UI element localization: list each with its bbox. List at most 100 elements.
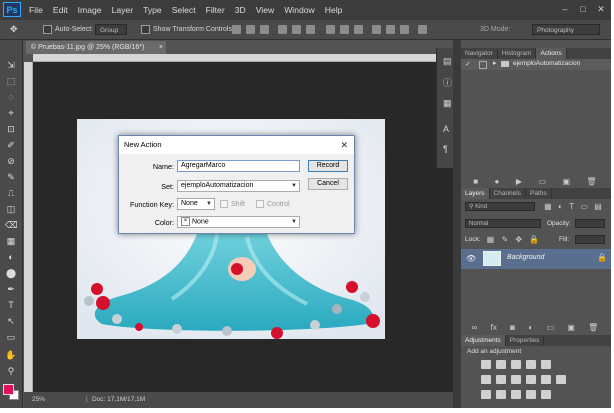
lock-transparent-icon[interactable]: ▦	[487, 235, 495, 245]
checkmark-icon[interactable]: ✓	[465, 60, 471, 68]
info-panel-icon[interactable]: ⓘ	[443, 76, 452, 89]
new-set-icon[interactable]: ▭	[538, 177, 546, 187]
align-vcenter-icon[interactable]	[246, 25, 255, 34]
foreground-color-swatch[interactable]	[3, 384, 14, 395]
photo-filter-icon[interactable]	[526, 375, 536, 384]
crop-tool-icon[interactable]: ⊡	[5, 124, 17, 134]
maximize-button[interactable]: □	[577, 3, 589, 15]
hue-saturation-icon[interactable]	[481, 375, 491, 384]
layer-name[interactable]: Background	[507, 254, 544, 261]
hand-tool-icon[interactable]: ✋	[5, 350, 17, 360]
auto-align-icon[interactable]	[418, 25, 427, 34]
menu-edit[interactable]: Edit	[48, 0, 73, 20]
align-top-icon[interactable]	[232, 25, 241, 34]
pen-tool-icon[interactable]: ✒	[5, 284, 17, 294]
document-tab[interactable]: © Pruebas-11.jpg @ 25% (RGB/16*) ×	[26, 41, 166, 54]
trash-icon[interactable]: 🗑	[587, 177, 597, 187]
record-button[interactable]: Record	[308, 160, 348, 172]
eye-icon[interactable]: 👁	[466, 254, 476, 263]
tab-adjustments[interactable]: Adjustments	[461, 335, 506, 346]
menu-layer[interactable]: Layer	[107, 0, 139, 20]
eyedropper-tool-icon[interactable]: ✐	[5, 140, 17, 150]
exposure-icon[interactable]	[526, 360, 536, 369]
name-input[interactable]: AgregarMarco	[177, 160, 300, 172]
record-icon[interactable]: ●	[495, 177, 500, 187]
new-layer-icon[interactable]: ▣	[567, 323, 575, 333]
threshold-icon[interactable]	[511, 390, 521, 399]
marquee-tool-icon[interactable]: ⬚	[5, 76, 17, 86]
distribute-vcenter-icon[interactable]	[340, 25, 349, 34]
lock-position-icon[interactable]: ✥	[515, 235, 522, 245]
align-bottom-icon[interactable]	[260, 25, 269, 34]
dialog-toggle-icon[interactable]	[479, 61, 487, 69]
tab-actions[interactable]: Actions	[536, 48, 567, 59]
shape-filter-icon[interactable]: ▭	[580, 202, 588, 212]
menu-select[interactable]: Select	[167, 0, 201, 20]
play-icon[interactable]: ▶	[516, 177, 522, 187]
gradient-map-icon[interactable]	[541, 390, 551, 399]
close-button[interactable]: ✕	[595, 3, 607, 15]
link-layers-icon[interactable]: ∞	[472, 323, 478, 333]
distribute-bottom-icon[interactable]	[354, 25, 363, 34]
cancel-button[interactable]: Cancel	[308, 178, 348, 190]
move-tool-icon[interactable]: ⇲	[5, 60, 17, 70]
channel-mixer-icon[interactable]	[541, 375, 551, 384]
control-checkbox[interactable]: Control	[256, 200, 290, 208]
history-panel-icon[interactable]: ▤	[443, 56, 452, 67]
tab-properties[interactable]: Properties	[506, 335, 545, 346]
zoom-level[interactable]: 25%	[32, 392, 45, 408]
curves-icon[interactable]	[511, 360, 521, 369]
vibrance-icon[interactable]	[541, 360, 551, 369]
brush-tool-icon[interactable]: ✎	[5, 172, 17, 182]
levels-icon[interactable]	[496, 360, 506, 369]
posterize-icon[interactable]	[496, 390, 506, 399]
group-icon[interactable]: ▭	[546, 323, 554, 333]
distribute-right-icon[interactable]	[400, 25, 409, 34]
close-icon[interactable]: ✕	[340, 138, 348, 152]
adjustment-filter-icon[interactable]: ◐	[558, 202, 563, 212]
blur-tool-icon[interactable]: ◐	[5, 252, 17, 262]
invert-icon[interactable]	[481, 390, 491, 399]
dodge-tool-icon[interactable]: ⬤	[5, 268, 17, 278]
shape-tool-icon[interactable]: ▭	[5, 332, 17, 342]
quick-selection-tool-icon[interactable]: ⌖	[5, 108, 17, 118]
function-key-select[interactable]: None ▼	[177, 198, 215, 210]
blend-mode-select[interactable]: Normal	[465, 219, 541, 228]
type-filter-icon[interactable]: T	[569, 202, 574, 212]
layer-background[interactable]: 👁 Background 🔒	[461, 249, 611, 269]
menu-filter[interactable]: Filter	[201, 0, 230, 20]
eraser-tool-icon[interactable]: ⌫	[5, 220, 18, 230]
brightness-icon[interactable]	[481, 360, 491, 369]
history-brush-tool-icon[interactable]: ◫	[5, 204, 17, 214]
clone-stamp-tool-icon[interactable]: ⎍	[5, 188, 17, 198]
menu-3d[interactable]: 3D	[230, 0, 251, 20]
color-select[interactable]: × None ▼	[177, 216, 300, 228]
adjustment-layer-icon[interactable]: ◐	[528, 323, 533, 333]
stop-icon[interactable]: ■	[473, 177, 478, 187]
close-tab-icon[interactable]: ×	[159, 41, 163, 54]
pixel-filter-icon[interactable]: ▦	[544, 202, 552, 212]
trash-icon[interactable]: 🗑	[588, 323, 598, 333]
color-balance-icon[interactable]	[496, 375, 506, 384]
tab-paths[interactable]: Paths	[526, 188, 552, 199]
menu-file[interactable]: File	[24, 0, 48, 20]
lock-all-icon[interactable]: 🔒	[529, 235, 539, 245]
color-lookup-icon[interactable]	[556, 375, 566, 384]
healing-brush-tool-icon[interactable]: ⊘	[5, 156, 17, 166]
action-set-row[interactable]: ✓ ▸ ejemploAutomatizacion	[461, 59, 611, 70]
tab-navigator[interactable]: Navigator	[461, 48, 498, 59]
black-white-icon[interactable]	[511, 375, 521, 384]
auto-select-checkbox[interactable]: Auto-Select:	[43, 23, 93, 36]
align-hcenter-icon[interactable]	[292, 25, 301, 34]
auto-select-target-select[interactable]: Group	[95, 24, 127, 35]
menu-view[interactable]: View	[251, 0, 279, 20]
smart-filter-icon[interactable]: ▤	[594, 202, 602, 212]
menu-image[interactable]: Image	[73, 0, 107, 20]
shift-checkbox[interactable]: Shift	[220, 200, 245, 208]
fx-icon[interactable]: fx	[491, 323, 497, 333]
mask-icon[interactable]: ◙	[510, 323, 515, 333]
gradient-tool-icon[interactable]: ▦	[5, 236, 17, 246]
align-left-icon[interactable]	[278, 25, 287, 34]
lock-pixels-icon[interactable]: ✎	[501, 235, 508, 245]
path-selection-tool-icon[interactable]: ↖	[5, 316, 17, 326]
